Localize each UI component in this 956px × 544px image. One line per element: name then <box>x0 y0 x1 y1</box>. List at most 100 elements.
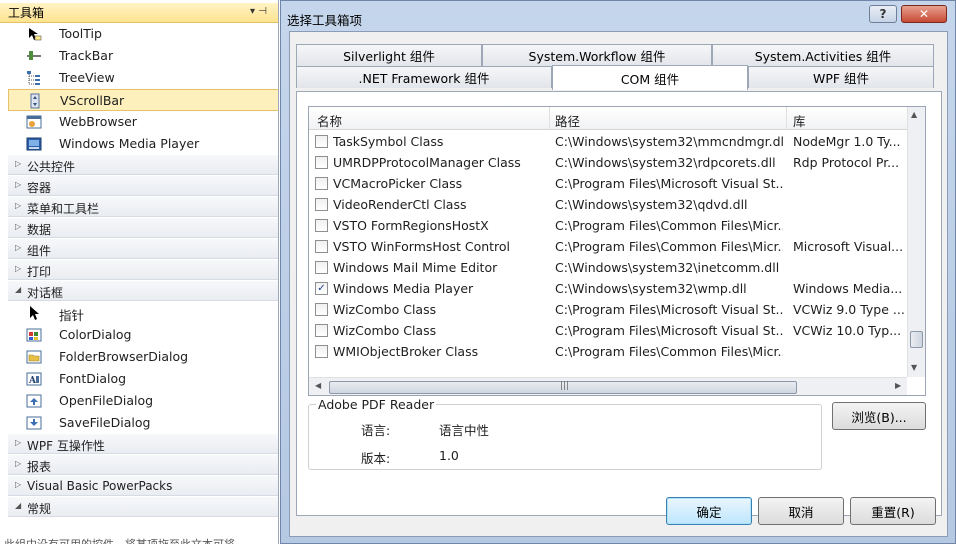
column-divider[interactable] <box>786 107 787 130</box>
row-name: VideoRenderCtl Class <box>333 197 467 212</box>
table-row[interactable]: VCMacroPicker Class C:\Program Files\Micr… <box>309 173 907 194</box>
row-checkbox[interactable] <box>315 261 328 274</box>
tab-com-components[interactable]: COM 组件 <box>552 65 748 90</box>
row-path: C:\Windows\system32\inetcomm.dll <box>555 260 780 275</box>
toolbox-category-wpf-interop[interactable]: ▷ WPF 互操作性 <box>8 433 278 454</box>
scroll-left-icon[interactable]: ◀ <box>315 381 321 390</box>
row-checkbox[interactable] <box>315 219 328 232</box>
horizontal-scrollbar[interactable]: ◀ ||| ▶ <box>309 377 907 395</box>
tab-system-activities[interactable]: System.Activities 组件 <box>712 44 934 66</box>
column-header-name[interactable]: 名称 <box>317 111 342 130</box>
vertical-scroll-thumb[interactable] <box>910 331 923 348</box>
toolbox-category-dialogs[interactable]: ◢ 对话框 <box>8 280 278 301</box>
tool-item-windows-media-player[interactable]: Windows Media Player <box>8 133 278 155</box>
row-checkbox[interactable] <box>315 324 328 337</box>
media-player-icon <box>26 137 42 151</box>
close-button[interactable]: ✕ <box>901 5 947 23</box>
column-header-path[interactable]: 路径 <box>555 111 580 130</box>
expand-arrow-icon: ▷ <box>15 264 22 273</box>
tool-item-webbrowser[interactable]: WebBrowser <box>8 111 278 133</box>
font-dialog-icon: A <box>26 372 42 386</box>
components-list[interactable]: 名称 路径 库 TaskSymbol Class C:\Windows\syste… <box>308 106 926 396</box>
choose-toolbox-items-dialog: 选择工具箱项 ? ✕ Silverlight 组件 System.Workflo… <box>280 0 956 544</box>
reset-button[interactable]: 重置(R) <box>850 497 936 525</box>
table-row[interactable]: VideoRenderCtl Class C:\Windows\system32\… <box>309 194 907 215</box>
vscrollbar-icon <box>30 93 40 109</box>
toolbox-header: 工具箱 ▾ ⊣ <box>0 3 278 23</box>
tool-label: ToolTip <box>59 26 102 41</box>
row-checkbox[interactable] <box>315 135 328 148</box>
table-row[interactable]: WMIObjectBroker Class C:\Program Files\Co… <box>309 341 907 362</box>
row-path: C:\Program Files\Microsoft Visual St... <box>555 323 783 338</box>
row-name: UMRDPProtocolManager Class <box>333 155 521 170</box>
tool-label: TrackBar <box>59 48 114 63</box>
tool-item-pointer[interactable]: 指针 <box>8 302 278 324</box>
ok-button[interactable]: 确定 <box>666 497 752 525</box>
scroll-right-icon[interactable]: ▶ <box>895 381 901 390</box>
row-library: VCWiz 10.0 Typ... <box>793 323 902 338</box>
tool-item-folderbrowserdialog[interactable]: FolderBrowserDialog <box>8 346 278 368</box>
table-row[interactable]: VSTO WinFormsHost Control C:\Program File… <box>309 236 907 257</box>
tool-item-vscrollbar[interactable]: VScrollBar <box>8 89 278 111</box>
dialog-client-area: Silverlight 组件 System.Workflow 组件 System… <box>289 31 948 537</box>
row-name: VSTO FormRegionsHostX <box>333 218 489 233</box>
component-details-title: Adobe PDF Reader <box>316 397 437 412</box>
tool-item-treeview[interactable]: TreeView <box>8 67 278 89</box>
toolbox-category-containers[interactable]: ▷ 容器 <box>8 175 278 196</box>
trackbar-icon <box>27 51 41 60</box>
horizontal-scroll-thumb[interactable]: ||| <box>329 381 797 394</box>
toolbox-category-components[interactable]: ▷ 组件 <box>8 238 278 259</box>
column-divider[interactable] <box>549 107 550 130</box>
help-button[interactable]: ? <box>869 5 897 23</box>
toolbox-category-menus-toolbars[interactable]: ▷ 菜单和工具栏 <box>8 196 278 217</box>
vertical-scrollbar[interactable]: ▲ ▼ <box>907 107 925 377</box>
row-name: TaskSymbol Class <box>333 134 444 149</box>
tool-label: FontDialog <box>59 371 127 386</box>
tool-label: FolderBrowserDialog <box>59 349 189 364</box>
table-row[interactable]: VSTO FormRegionsHostX C:\Program Files\Co… <box>309 215 907 236</box>
row-checkbox[interactable] <box>315 240 328 253</box>
row-checkbox[interactable] <box>315 177 328 190</box>
tab-silverlight[interactable]: Silverlight 组件 <box>296 44 482 66</box>
toolbox-category-vb-powerpacks[interactable]: ▷ Visual Basic PowerPacks <box>8 475 278 496</box>
row-checkbox[interactable] <box>315 345 328 358</box>
toolbox-empty-hint: 此组中没有可用的控件。将某项拖至此文本可将... <box>4 536 246 544</box>
cancel-button[interactable]: 取消 <box>758 497 844 525</box>
table-row[interactable]: WizCombo Class C:\Program Files\Microsoft… <box>309 299 907 320</box>
scroll-up-icon[interactable]: ▲ <box>911 110 917 119</box>
open-file-icon <box>26 394 42 408</box>
row-path: C:\Program Files\Common Files\Micr... <box>555 344 783 359</box>
toolbox-pin-icon[interactable]: ▾ ⊣ <box>250 6 267 17</box>
toolbox-category-printing[interactable]: ▷ 打印 <box>8 259 278 280</box>
tool-item-savefiledialog[interactable]: SaveFileDialog <box>8 412 278 434</box>
toolbox-category-data[interactable]: ▷ 数据 <box>8 217 278 238</box>
toolbox-category-common-controls[interactable]: ▷ 公共控件 <box>8 154 278 175</box>
category-label: 公共控件 <box>27 160 76 174</box>
tool-label: SaveFileDialog <box>59 415 151 430</box>
row-checkbox[interactable] <box>315 198 328 211</box>
tool-item-fontdialog[interactable]: A FontDialog <box>8 368 278 390</box>
table-row[interactable]: TaskSymbol Class C:\Windows\system32\mmcn… <box>309 131 907 152</box>
tool-item-tooltip[interactable]: ToolTip <box>8 23 278 45</box>
tool-item-trackbar[interactable]: TrackBar <box>8 45 278 67</box>
table-row[interactable]: WizCombo Class C:\Program Files\Microsoft… <box>309 320 907 341</box>
toolbox-category-general[interactable]: ◢ 常规 <box>8 496 278 517</box>
expand-arrow-icon: ▷ <box>15 243 22 252</box>
tool-item-colordialog[interactable]: ColorDialog <box>8 324 278 346</box>
table-row[interactable]: UMRDPProtocolManager Class C:\Windows\sys… <box>309 152 907 173</box>
toolbox-category-reports[interactable]: ▷ 报表 <box>8 454 278 475</box>
row-checkbox-checked[interactable]: ✓ <box>315 282 328 295</box>
table-row[interactable]: ✓ Windows Media Player C:\Windows\system32… <box>309 278 907 299</box>
row-checkbox[interactable] <box>315 303 328 316</box>
expand-arrow-icon: ▷ <box>15 480 22 489</box>
grip-icon: ||| <box>560 381 570 391</box>
row-checkbox[interactable] <box>315 156 328 169</box>
tab-system-workflow[interactable]: System.Workflow 组件 <box>482 44 712 66</box>
column-header-library[interactable]: 库 <box>793 111 806 130</box>
tab-wpf-components[interactable]: WPF 组件 <box>748 66 934 88</box>
tool-item-openfiledialog[interactable]: OpenFileDialog <box>8 390 278 412</box>
scroll-down-icon[interactable]: ▼ <box>911 363 917 372</box>
table-row[interactable]: Windows Mail Mime Editor C:\Windows\syste… <box>309 257 907 278</box>
tab-net-framework[interactable]: .NET Framework 组件 <box>296 66 552 88</box>
browse-button[interactable]: 浏览(B)... <box>832 402 926 430</box>
